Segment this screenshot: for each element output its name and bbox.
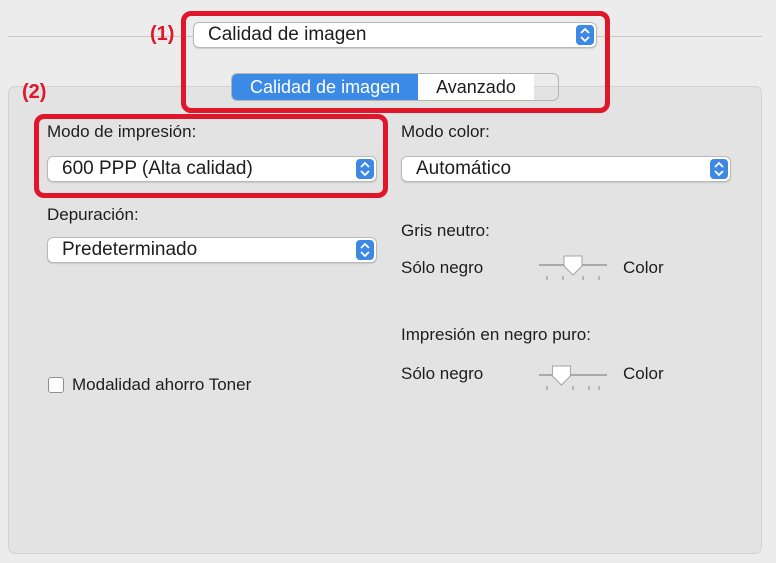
- up-down-arrows-icon: [710, 159, 728, 179]
- print-mode-label: Modo de impresión:: [47, 122, 197, 141]
- depuracion-value: Predeterminado: [62, 239, 198, 260]
- neutral-gray-slider[interactable]: [537, 252, 609, 282]
- annotation-label-2: (2): [22, 81, 47, 103]
- color-mode-label: Modo color:: [401, 122, 490, 141]
- toner-save-label: Modalidad ahorro Toner: [72, 375, 252, 394]
- up-down-arrows-icon: [356, 159, 374, 179]
- print-mode-value: 600 PPP (Alta calidad): [62, 158, 253, 179]
- print-mode-select[interactable]: 600 PPP (Alta calidad): [47, 156, 377, 182]
- depuracion-select[interactable]: Predeterminado: [47, 237, 377, 263]
- neutral-gray-label: Gris neutro:: [401, 221, 490, 240]
- color-mode-select[interactable]: Automático: [401, 156, 731, 182]
- depuracion-label: Depuración:: [47, 205, 139, 224]
- color-mode-value: Automático: [416, 158, 512, 179]
- pure-black-left-label: Sólo negro: [401, 364, 484, 383]
- up-down-arrows-icon: [356, 240, 374, 260]
- neutral-gray-right-label: Color: [623, 258, 664, 277]
- pure-black-right-label: Color: [623, 364, 664, 383]
- pure-black-slider[interactable]: [537, 362, 609, 392]
- pure-black-label: Impresión en negro puro:: [401, 325, 591, 344]
- annotation-box-1: [181, 11, 610, 113]
- annotation-label-1: (1): [150, 23, 175, 45]
- toner-save-checkbox[interactable]: [48, 377, 64, 393]
- neutral-gray-left-label: Sólo negro: [401, 258, 484, 277]
